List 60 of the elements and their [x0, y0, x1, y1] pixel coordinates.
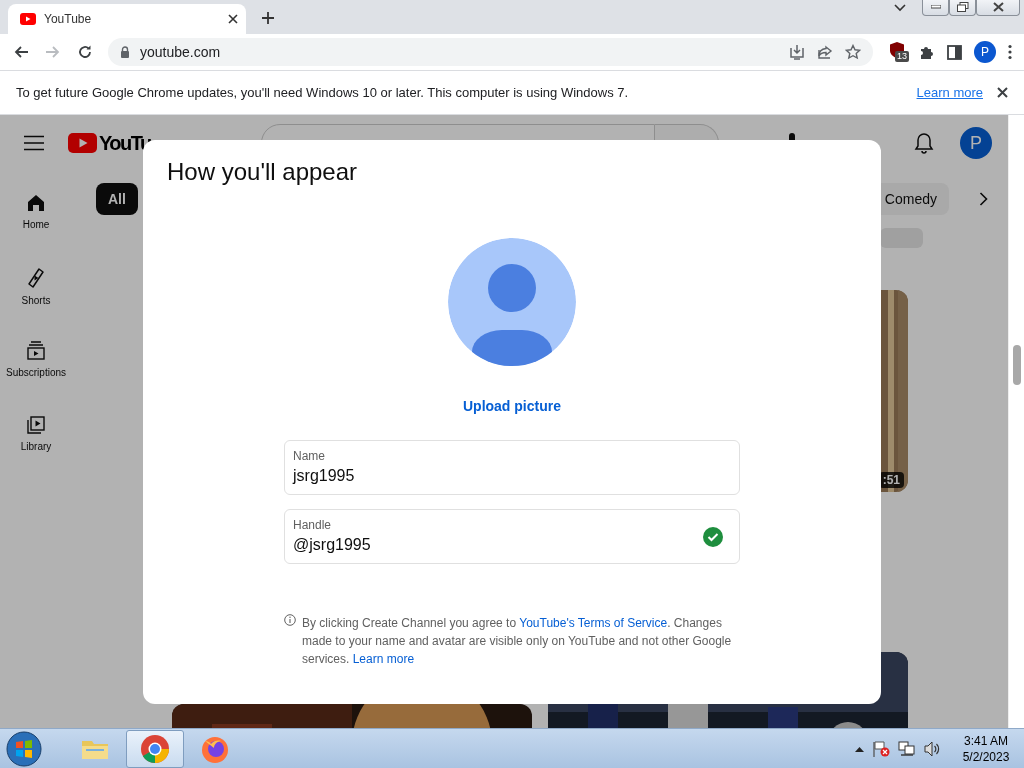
placeholder-bar [880, 228, 923, 248]
restore-icon [956, 2, 969, 12]
upload-picture-button[interactable]: Upload picture [463, 398, 561, 414]
sidebar-item[interactable]: Subscriptions [6, 367, 66, 378]
field-label: Handle [293, 518, 333, 532]
browser-icon [139, 732, 171, 765]
bell-icon[interactable] [914, 132, 934, 154]
minimize-icon [930, 5, 941, 9]
back-arrow-icon [13, 44, 29, 60]
chevron-down-icon[interactable] [894, 4, 906, 12]
start-orb-icon[interactable] [6, 730, 42, 767]
field-value: jsrg1995 [293, 467, 356, 485]
text-field[interactable]: Name jsrg1995 [284, 440, 740, 495]
restore-button[interactable] [949, 0, 976, 16]
infobar-message: To get future Google Chrome updates, you'll need Windows 10 or later. This computer is using Windows 7. [16, 85, 630, 100]
close-icon[interactable] [228, 14, 238, 24]
network-icon[interactable] [898, 740, 916, 757]
filter-chip[interactable]: All [96, 183, 138, 215]
badge-count: 13 [895, 51, 909, 62]
menu-icon[interactable] [1008, 44, 1012, 60]
text-field[interactable]: Handle @jsrg1995 [284, 509, 740, 564]
plus-icon[interactable] [261, 11, 275, 25]
address-bar[interactable]: youtube.com [108, 38, 873, 66]
avatar-placeholder-icon[interactable] [448, 238, 576, 366]
browser-tab[interactable]: YouTube [8, 4, 246, 34]
video-play-icon [20, 13, 36, 25]
sidebar-item[interactable]: Shorts [21, 295, 51, 306]
reload-icon [77, 44, 93, 60]
dialog-title: How you'll appear [167, 158, 358, 186]
close-button[interactable] [976, 0, 1020, 16]
info-icon [284, 614, 296, 626]
caret-up-icon[interactable] [855, 745, 864, 752]
close-icon[interactable] [997, 87, 1008, 98]
side-panel-icon[interactable] [947, 44, 962, 60]
notice-text: By clicking Create Channel you agree to YouTube's Terms of Service. Changes made to your name and avatar are visible only on YouTube and not other Google services. Learn more [302, 615, 733, 668]
scrollbar-thumb[interactable] [1013, 345, 1021, 385]
close-icon [992, 2, 1004, 12]
sidebar-item[interactable]: Home [22, 219, 50, 230]
video-play-icon[interactable] [68, 133, 97, 153]
learn-more-link[interactable]: Learn more [916, 85, 983, 100]
lock-icon [120, 46, 130, 58]
link[interactable]: Learn more [352, 652, 415, 666]
install-icon[interactable] [789, 44, 805, 60]
account-avatar[interactable]: P [960, 127, 992, 159]
share-icon[interactable] [817, 44, 833, 60]
sidebar-item[interactable]: Library [20, 441, 52, 452]
clock-time[interactable]: 3:41 AM [964, 732, 1008, 749]
chevron-right-icon[interactable] [979, 192, 988, 206]
menu-icon[interactable] [24, 135, 44, 151]
field-value: @jsrg1995 [293, 536, 372, 554]
clock-date[interactable]: 5/2/2023 [962, 748, 1010, 765]
profile-avatar[interactable]: P [974, 41, 996, 63]
extension-button[interactable]: 13 [889, 42, 907, 62]
field-label: Name [293, 449, 326, 463]
taskbar-button[interactable] [126, 729, 184, 768]
flag-error-icon[interactable] [872, 740, 890, 757]
speaker-icon[interactable] [924, 740, 940, 757]
puzzle-icon[interactable] [919, 44, 935, 60]
star-icon[interactable] [845, 44, 861, 60]
forward-arrow-icon [45, 44, 61, 60]
